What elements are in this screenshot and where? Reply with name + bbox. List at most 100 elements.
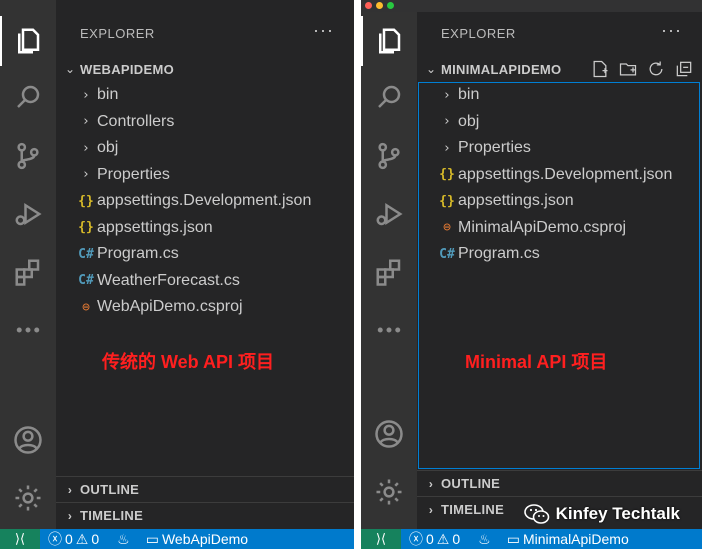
run-debug-icon[interactable]	[369, 194, 409, 234]
collapse-all-icon[interactable]	[674, 59, 694, 79]
project-name: WebApiDemo	[161, 531, 249, 547]
timeline-label: TIMELINE	[80, 508, 144, 523]
tree-item-obj[interactable]: › obj	[417, 109, 702, 136]
root-actions	[590, 59, 694, 79]
more-actions-button[interactable]: ···	[313, 20, 334, 41]
chevron-right-icon: ›	[67, 508, 73, 523]
explorer-sidebar: EXPLORER ··· ⌄ WEBAPIDEMO › bin › Controll…	[56, 0, 354, 529]
tree-item-program-cs[interactable]: C# Program.cs	[417, 241, 702, 268]
tree-item-appsettings-development[interactable]: {} appsettings.Development.json	[56, 188, 354, 215]
workspace-root-label: WEBAPIDEMO	[80, 61, 174, 77]
settings-gear-icon[interactable]	[8, 478, 48, 518]
project-name: MinimalApiDemo	[522, 531, 629, 547]
tree-item-csproj[interactable]: ⊜ WebApiDemo.csproj	[56, 294, 354, 321]
explorer-files-icon[interactable]	[8, 21, 48, 61]
outline-section[interactable]: › OUTLINE	[56, 476, 354, 502]
search-icon[interactable]	[369, 77, 409, 117]
file-tree: › bin › obj › Properties {} appsettings.Deve…	[417, 82, 702, 268]
timeline-section[interactable]: › TIMELINE	[56, 502, 354, 528]
source-control-icon[interactable]	[8, 136, 48, 176]
account-icon[interactable]	[8, 420, 48, 460]
more-views-icon[interactable]	[369, 310, 409, 350]
warning-icon: ⚠	[75, 530, 89, 547]
new-file-icon[interactable]	[590, 59, 610, 79]
run-debug-icon[interactable]	[8, 194, 48, 234]
new-folder-icon[interactable]	[618, 59, 638, 79]
warning-count: 0	[452, 531, 461, 547]
minimize-window-button[interactable]	[376, 2, 383, 9]
chevron-right-icon: ›	[428, 476, 434, 491]
more-views-icon[interactable]	[8, 310, 48, 350]
search-icon[interactable]	[8, 77, 48, 117]
outline-label: OUTLINE	[441, 476, 501, 491]
tree-item-appsettings[interactable]: {} appsettings.json	[417, 188, 702, 215]
error-count: 0	[65, 531, 73, 547]
status-bar: ⟩⟨ ⓧ 0 ⚠ 0 ♨ ▭ WebApiDemo	[0, 529, 354, 549]
tree-item-label: bin	[97, 86, 119, 104]
tree-item-label: bin	[458, 86, 480, 104]
vscode-window-webapi: EXPLORER ··· ⌄ WEBAPIDEMO › bin › Controll…	[0, 0, 354, 549]
tree-item-obj[interactable]: › obj	[56, 135, 354, 162]
tree-item-label: Properties	[97, 165, 170, 183]
refresh-icon[interactable]	[646, 59, 666, 79]
chevron-right-icon: ›	[83, 114, 89, 130]
timeline-label: TIMELINE	[441, 502, 505, 517]
tree-item-bin[interactable]: › bin	[56, 82, 354, 109]
extensions-icon[interactable]	[8, 252, 48, 292]
chevron-right-icon: ›	[83, 140, 89, 156]
caption-minimal-api: Minimal API 项目	[465, 352, 608, 372]
outline-section[interactable]: › OUTLINE	[417, 470, 702, 496]
chevron-right-icon: ›	[428, 502, 434, 517]
flame-icon[interactable]: ♨	[117, 531, 130, 548]
explorer-files-icon[interactable]	[369, 21, 409, 61]
tree-item-appsettings-development[interactable]: {} appsettings.Development.json	[417, 162, 702, 189]
more-actions-button[interactable]: ···	[661, 20, 682, 41]
tree-item-program-cs[interactable]: C# Program.cs	[56, 241, 354, 268]
explorer-sidebar: EXPLORER ··· ⌄ MINIMALAPIDEMO › bin › obj …	[417, 12, 702, 529]
chevron-down-icon: ⌄	[64, 62, 76, 76]
tree-item-controllers[interactable]: › Controllers	[56, 109, 354, 136]
close-window-button[interactable]	[365, 2, 372, 9]
tree-item-properties[interactable]: › Properties	[56, 162, 354, 189]
chevron-right-icon: ›	[444, 114, 450, 130]
wechat-logo-icon	[523, 504, 549, 524]
csharp-icon: C#	[78, 246, 94, 262]
tree-item-label: MinimalApiDemo.csproj	[458, 218, 627, 236]
error-count: 0	[426, 531, 434, 547]
source-control-icon[interactable]	[369, 136, 409, 176]
chevron-right-icon: ›	[444, 140, 450, 156]
chevron-right-icon: ›	[83, 87, 89, 103]
workspace-root[interactable]: ⌄ WEBAPIDEMO	[56, 57, 354, 81]
json-icon: {}	[78, 193, 94, 209]
remote-indicator-icon[interactable]: ⟩⟨	[0, 529, 40, 549]
workspace-root[interactable]: ⌄ MINIMALAPIDEMO	[417, 57, 702, 81]
maximize-window-button[interactable]	[387, 2, 394, 9]
project-indicator[interactable]: ▭ MinimalApiDemo	[507, 531, 629, 548]
remote-indicator-icon[interactable]: ⟩⟨	[361, 529, 401, 549]
tree-item-label: obj	[97, 139, 119, 157]
problems-indicator[interactable]: ⓧ 0 ⚠ 0	[48, 529, 99, 549]
problems-indicator[interactable]: ⓧ 0 ⚠ 0	[409, 529, 460, 549]
chevron-right-icon: ›	[444, 87, 450, 103]
tree-item-properties[interactable]: › Properties	[417, 135, 702, 162]
settings-gear-icon[interactable]	[369, 472, 409, 512]
warning-icon: ⚠	[436, 530, 450, 547]
project-indicator[interactable]: ▭ WebApiDemo	[146, 531, 248, 548]
tree-item-bin[interactable]: › bin	[417, 82, 702, 109]
caption-traditional-webapi: 传统的 Web API 项目	[102, 352, 275, 372]
tree-item-weatherforecast-cs[interactable]: C# WeatherForecast.cs	[56, 268, 354, 295]
tree-item-label: obj	[458, 112, 480, 130]
flame-icon[interactable]: ♨	[478, 531, 491, 548]
tree-item-label: appsettings.json	[458, 192, 574, 210]
csharp-icon: C#	[439, 246, 455, 262]
vscode-window-minimalapi: EXPLORER ··· ⌄ MINIMALAPIDEMO › bin › obj …	[361, 0, 702, 549]
account-icon[interactable]	[369, 414, 409, 454]
tree-item-csproj[interactable]: ⊜ MinimalApiDemo.csproj	[417, 215, 702, 242]
tree-item-label: appsettings.json	[97, 218, 213, 236]
tree-item-appsettings[interactable]: {} appsettings.json	[56, 215, 354, 242]
extensions-icon[interactable]	[369, 252, 409, 292]
active-indicator	[0, 16, 2, 66]
tree-item-label: Program.cs	[97, 245, 179, 263]
rss-icon: ⊜	[82, 299, 90, 315]
title-bar	[361, 0, 702, 12]
